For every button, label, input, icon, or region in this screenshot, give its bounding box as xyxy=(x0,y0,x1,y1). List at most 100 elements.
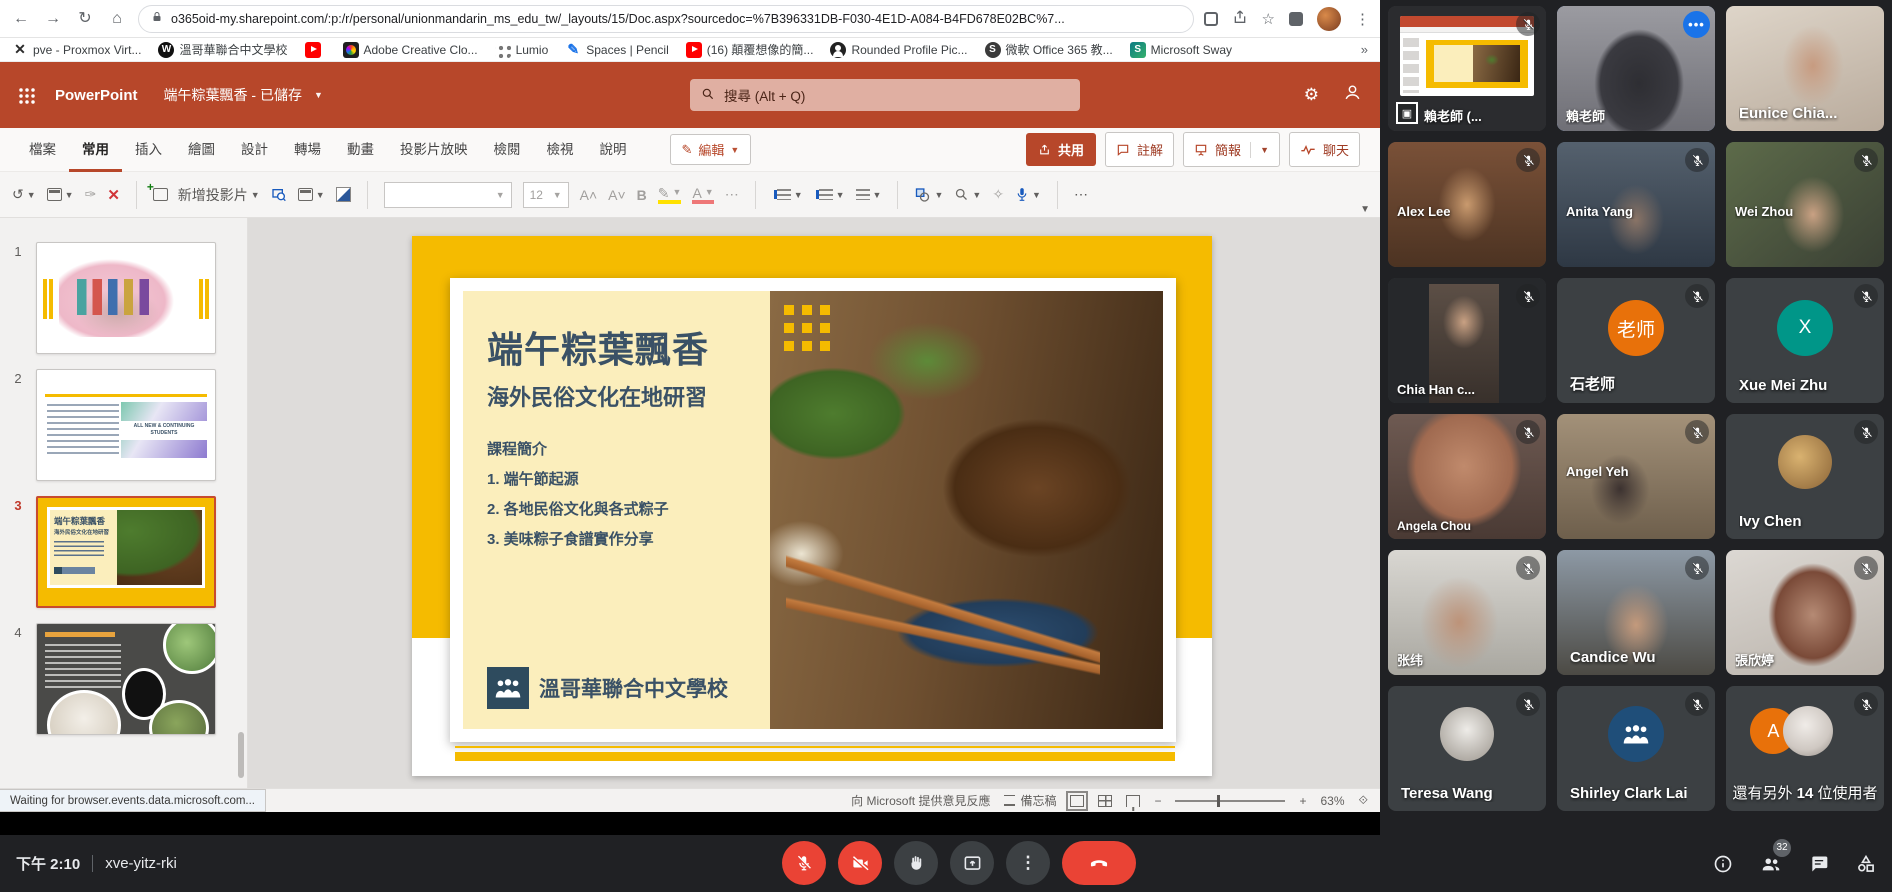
tab-help[interactable]: 說明 xyxy=(587,128,640,172)
find-button[interactable]: ▼ xyxy=(954,187,981,202)
delete-button[interactable]: ✕ xyxy=(107,186,120,204)
tab-insert[interactable]: 插入 xyxy=(122,128,175,172)
participants-button[interactable]: 32 xyxy=(1760,838,1791,875)
camera-toggle-button[interactable] xyxy=(838,841,882,885)
new-slide-button[interactable]: 新增投影片▼ xyxy=(147,180,260,205)
collapse-ribbon-icon[interactable]: ▼ xyxy=(1360,204,1370,215)
slide-thumbnail-4[interactable]: 4 xyxy=(0,623,247,735)
participant-tile[interactable]: Shirley Clark Lai xyxy=(1557,686,1715,811)
bookmark-lumio[interactable]: Lumio xyxy=(494,41,548,58)
font-color-button[interactable]: A ▼ xyxy=(692,186,714,204)
thumbnail-image[interactable]: 端午粽葉飄香 海外民俗文化在地研習 xyxy=(36,496,216,608)
bookmarks-overflow-icon[interactable]: » xyxy=(1361,42,1368,57)
side-panel-icon[interactable] xyxy=(1289,11,1303,26)
chat-button[interactable]: 聊天 xyxy=(1288,132,1360,167)
tab-animations[interactable]: 動畫 xyxy=(334,128,387,172)
thumbnail-image[interactable] xyxy=(36,242,216,354)
bookmark-adobe[interactable]: Adobe Creative Clo... xyxy=(342,41,478,58)
participant-tile[interactable]: Eunice Chia... xyxy=(1726,6,1884,131)
font-name-select[interactable]: ▼ xyxy=(383,181,512,208)
thumbnail-image[interactable] xyxy=(36,623,216,735)
participant-tile[interactable]: Anita Yang xyxy=(1557,142,1715,267)
tab-review[interactable]: 檢閱 xyxy=(481,128,534,172)
account-icon[interactable] xyxy=(1343,83,1362,107)
reload-icon[interactable]: ↻ xyxy=(74,10,96,27)
forward-icon[interactable]: → xyxy=(42,10,64,27)
current-slide[interactable]: 端午粽葉飄香 海外民俗文化在地研習 課程簡介 1. 端午節起源 2. 各地民俗文… xyxy=(412,236,1212,776)
participant-tile[interactable]: Angela Chou xyxy=(1388,414,1546,539)
bookmark-profile-pic[interactable]: Rounded Profile Pic... xyxy=(830,41,968,58)
slide-sorter-view-button[interactable] xyxy=(1098,794,1113,807)
participant-tile[interactable]: Wei Zhou xyxy=(1726,142,1884,267)
more-options-button[interactable]: ⋮ xyxy=(1006,841,1050,885)
participant-tile[interactable]: Candice Wu xyxy=(1557,550,1715,675)
more-commands-button[interactable]: ⋯ xyxy=(1074,186,1088,203)
tab-draw[interactable]: 繪圖 xyxy=(175,128,228,172)
participant-tile[interactable]: X Xue Mei Zhu xyxy=(1726,278,1884,403)
participant-tile[interactable]: Alex Lee xyxy=(1388,142,1546,267)
bookmark-youtube[interactable] xyxy=(304,41,326,58)
designer-button[interactable] xyxy=(335,187,351,202)
overflow-participants-tile[interactable]: A 還有另外 14 位使用者 xyxy=(1726,686,1884,811)
app-launcher-icon[interactable] xyxy=(18,86,35,104)
highlight-button[interactable]: ✎ ▼ xyxy=(657,186,682,204)
magic-wand-button[interactable]: ✧ xyxy=(992,186,1004,203)
numbering-button[interactable]: ▼ xyxy=(814,189,845,200)
bold-button[interactable]: B xyxy=(637,187,647,203)
thumbnail-scrollbar[interactable] xyxy=(238,732,244,778)
address-bar[interactable]: o365oid-my.sharepoint.com/:p:/r/personal… xyxy=(138,4,1194,33)
align-button[interactable]: ▼ xyxy=(855,189,881,200)
participant-tile-screenshare[interactable]: ▣ 賴老師 (... xyxy=(1388,6,1546,131)
home-icon[interactable]: ⌂ xyxy=(106,10,128,27)
browser-profile-avatar[interactable] xyxy=(1317,6,1341,31)
shrink-font-button[interactable]: A˅ xyxy=(608,187,626,203)
grow-font-button[interactable]: A˄ xyxy=(580,187,598,203)
normal-view-button[interactable] xyxy=(1066,790,1089,811)
bookmark-proxmox[interactable]: ✕ pve - Proxmox Virt... xyxy=(12,41,141,58)
ppt-app-name[interactable]: PowerPoint xyxy=(55,87,138,104)
tab-transitions[interactable]: 轉場 xyxy=(281,128,334,172)
fit-to-window-icon[interactable]: ⟐ xyxy=(1359,793,1368,808)
raise-hand-button[interactable] xyxy=(894,841,938,885)
bookmark-sway[interactable]: S Microsoft Sway xyxy=(1129,41,1232,58)
participant-tile[interactable]: Ivy Chen xyxy=(1726,414,1884,539)
zoom-level[interactable]: 63% xyxy=(1321,794,1345,808)
activities-button[interactable] xyxy=(1856,854,1876,874)
slide-thumbnail-3-selected[interactable]: 3 端午粽葉飄香 海外民俗文化在地研習 xyxy=(0,496,247,608)
back-icon[interactable]: ← xyxy=(10,10,32,27)
translate-icon[interactable] xyxy=(1203,11,1218,26)
participant-tile[interactable]: 老师 石老师 xyxy=(1557,278,1715,403)
bookmark-star-icon[interactable]: ☆ xyxy=(1262,10,1275,28)
comments-button[interactable]: 註解 xyxy=(1105,132,1175,167)
more-font-options-button[interactable]: ⋯ xyxy=(725,186,739,203)
zoom-out-button[interactable]: − xyxy=(1154,794,1161,808)
zoom-slider[interactable] xyxy=(1175,794,1286,807)
document-title[interactable]: 端午粽葉飄香 - 已儲存 ▼ xyxy=(164,85,323,105)
zoom-in-button[interactable]: + xyxy=(1299,794,1306,808)
bookmark-youtube-2[interactable]: (16) 顛覆想像的簡... xyxy=(685,41,813,58)
present-button[interactable]: 簡報 ▼ xyxy=(1183,132,1280,167)
layout-button[interactable]: ▼ xyxy=(297,188,325,201)
thumbnail-image[interactable]: ALL NEW & CONTINUING STUDENTS xyxy=(36,369,216,481)
undo-button[interactable]: ↺ ▼ xyxy=(12,186,36,203)
search-input[interactable]: 搜尋 (Alt + Q) xyxy=(690,79,1080,111)
leave-call-button[interactable] xyxy=(1062,841,1136,885)
slide-thumbnail-2[interactable]: 2 ALL NEW & CONTINUING STUDENTS xyxy=(0,369,247,481)
participant-tile[interactable]: ••• 賴老師 xyxy=(1557,6,1715,131)
shapes-button[interactable]: ▼ xyxy=(914,187,943,203)
tab-slideshow[interactable]: 投影片放映 xyxy=(387,128,481,172)
slideshow-view-button[interactable] xyxy=(1126,794,1141,807)
notes-button[interactable]: 備忘稿 xyxy=(1004,792,1056,809)
tab-design[interactable]: 設計 xyxy=(228,128,281,172)
settings-gear-icon[interactable]: ⚙ xyxy=(1304,85,1319,105)
participant-tile[interactable]: 张纬 xyxy=(1388,550,1546,675)
bookmark-school[interactable]: W 溫哥華聯合中文學校 xyxy=(158,41,288,58)
feedback-link[interactable]: 向 Microsoft 提供意見反應 xyxy=(851,792,990,809)
bookmark-pencil[interactable]: ✎ Spaces | Pencil xyxy=(565,41,668,58)
editing-mode-button[interactable]: ✎ 編輯 ▼ xyxy=(669,134,752,165)
dictate-button[interactable]: ▼ xyxy=(1015,186,1041,203)
format-painter-button[interactable]: ✑ xyxy=(85,186,97,203)
present-screen-button[interactable] xyxy=(950,841,994,885)
share-button[interactable]: 共用 xyxy=(1026,133,1097,166)
meeting-details-button[interactable] xyxy=(1713,854,1733,874)
